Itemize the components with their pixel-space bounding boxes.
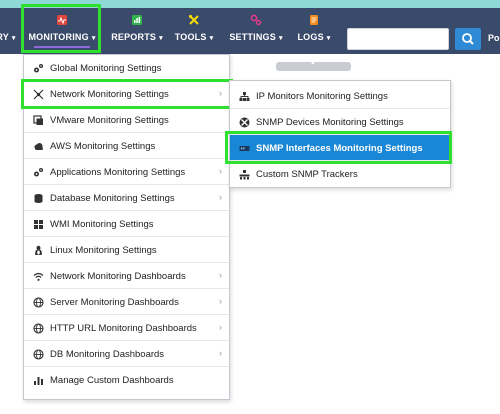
menu-item-aws-monitoring-settings[interactable]: AWS Monitoring Settings [24,133,229,159]
nav-monitoring[interactable]: MONITORING ▾ [26,8,98,54]
search-icon [462,33,474,45]
nav-inventory[interactable]: RY▾ [0,8,20,54]
menu-item-linux-monitoring-settings[interactable]: Linux Monitoring Settings [24,237,229,263]
globe-icon [33,349,44,360]
snmp-device-icon [239,117,250,128]
chevron-right-icon: › [219,322,222,332]
bar-chart-icon [34,377,43,385]
chevron-right-icon: › [219,270,222,280]
vmware-icon [33,115,43,125]
linux-icon [35,245,42,255]
menu-item-network-monitoring-dashboards[interactable]: Network Monitoring Dashboards › [24,263,229,289]
chevron-right-icon: › [219,166,222,176]
submenu-item-custom-snmp-trackers[interactable]: Custom SNMP Trackers [230,161,450,187]
nav-reports[interactable]: REPORTS ▾ [108,8,166,54]
windows-icon [34,220,43,229]
cloud-icon [34,143,43,150]
settings-icon [250,14,262,26]
collapse-toggle[interactable]: ▲ [276,60,351,71]
menu-item-database-monitoring-settings[interactable]: Database Monitoring Settings › [24,185,229,211]
submenu-item-snmp-interfaces-monitoring-settings[interactable]: SNMP Interfaces Monitoring Settings [230,135,450,161]
network-monitoring-submenu: IP Monitors Monitoring Settings SNMP Dev… [229,80,451,188]
network-icon [33,89,44,100]
globe-icon [33,297,44,308]
chevron-right-icon: › [219,192,222,202]
chevron-right-icon: › [219,296,222,306]
menu-item-db-monitoring-dashboards[interactable]: DB Monitoring Dashboards › [24,341,229,367]
nav-tools[interactable]: TOOLS ▾ [170,8,218,54]
top-navbar: RY▾ MONITORING▾ REPORTS▾ TOOLS▾ SE [0,8,500,54]
submenu-item-ip-monitors-monitoring-settings[interactable]: IP Monitors Monitoring Settings [230,83,450,109]
submenu-item-snmp-devices-monitoring-settings[interactable]: SNMP Devices Monitoring Settings [230,109,450,135]
sitemap-icon [239,92,250,101]
tracker-icon [239,170,250,180]
monitoring-dropdown: Global Monitoring Settings Network Monit… [23,54,230,400]
interface-icon [239,146,250,151]
nav-logs[interactable]: LOGS ▾ [294,8,334,54]
chevron-right-icon: › [219,348,222,358]
menu-item-http-url-monitoring-dashboards[interactable]: HTTP URL Monitoring Dashboards › [24,315,229,341]
menu-item-server-monitoring-dashboards[interactable]: Server Monitoring Dashboards › [24,289,229,315]
reports-icon [132,15,142,25]
nav-settings[interactable]: SETTINGS ▾ [228,8,284,54]
menu-item-applications-monitoring-settings[interactable]: Applications Monitoring Settings › [24,159,229,185]
menu-item-network-monitoring-settings[interactable]: Network Monitoring Settings › [24,81,229,107]
active-tab-underline [34,46,90,48]
wifi-icon [33,272,44,281]
search-input[interactable] [347,28,449,50]
monitoring-icon [57,15,67,25]
database-icon [34,194,43,203]
menu-item-vmware-monitoring-settings[interactable]: VMware Monitoring Settings [24,107,229,133]
globe-icon [33,323,44,334]
chevron-right-icon: › [219,88,222,98]
logs-icon [310,15,318,25]
menu-item-wmi-monitoring-settings[interactable]: WMI Monitoring Settings [24,211,229,237]
tools-icon [188,14,199,25]
caret-up-icon: ▲ [310,60,316,66]
search-button[interactable] [455,28,481,50]
user-menu[interactable]: Pol [488,33,500,43]
gears-icon [34,64,43,73]
menu-item-manage-custom-dashboards[interactable]: Manage Custom Dashboards [24,367,229,393]
gears-icon [34,168,43,177]
menu-item-global-monitoring-settings[interactable]: Global Monitoring Settings [24,55,229,81]
top-strip [0,0,500,8]
